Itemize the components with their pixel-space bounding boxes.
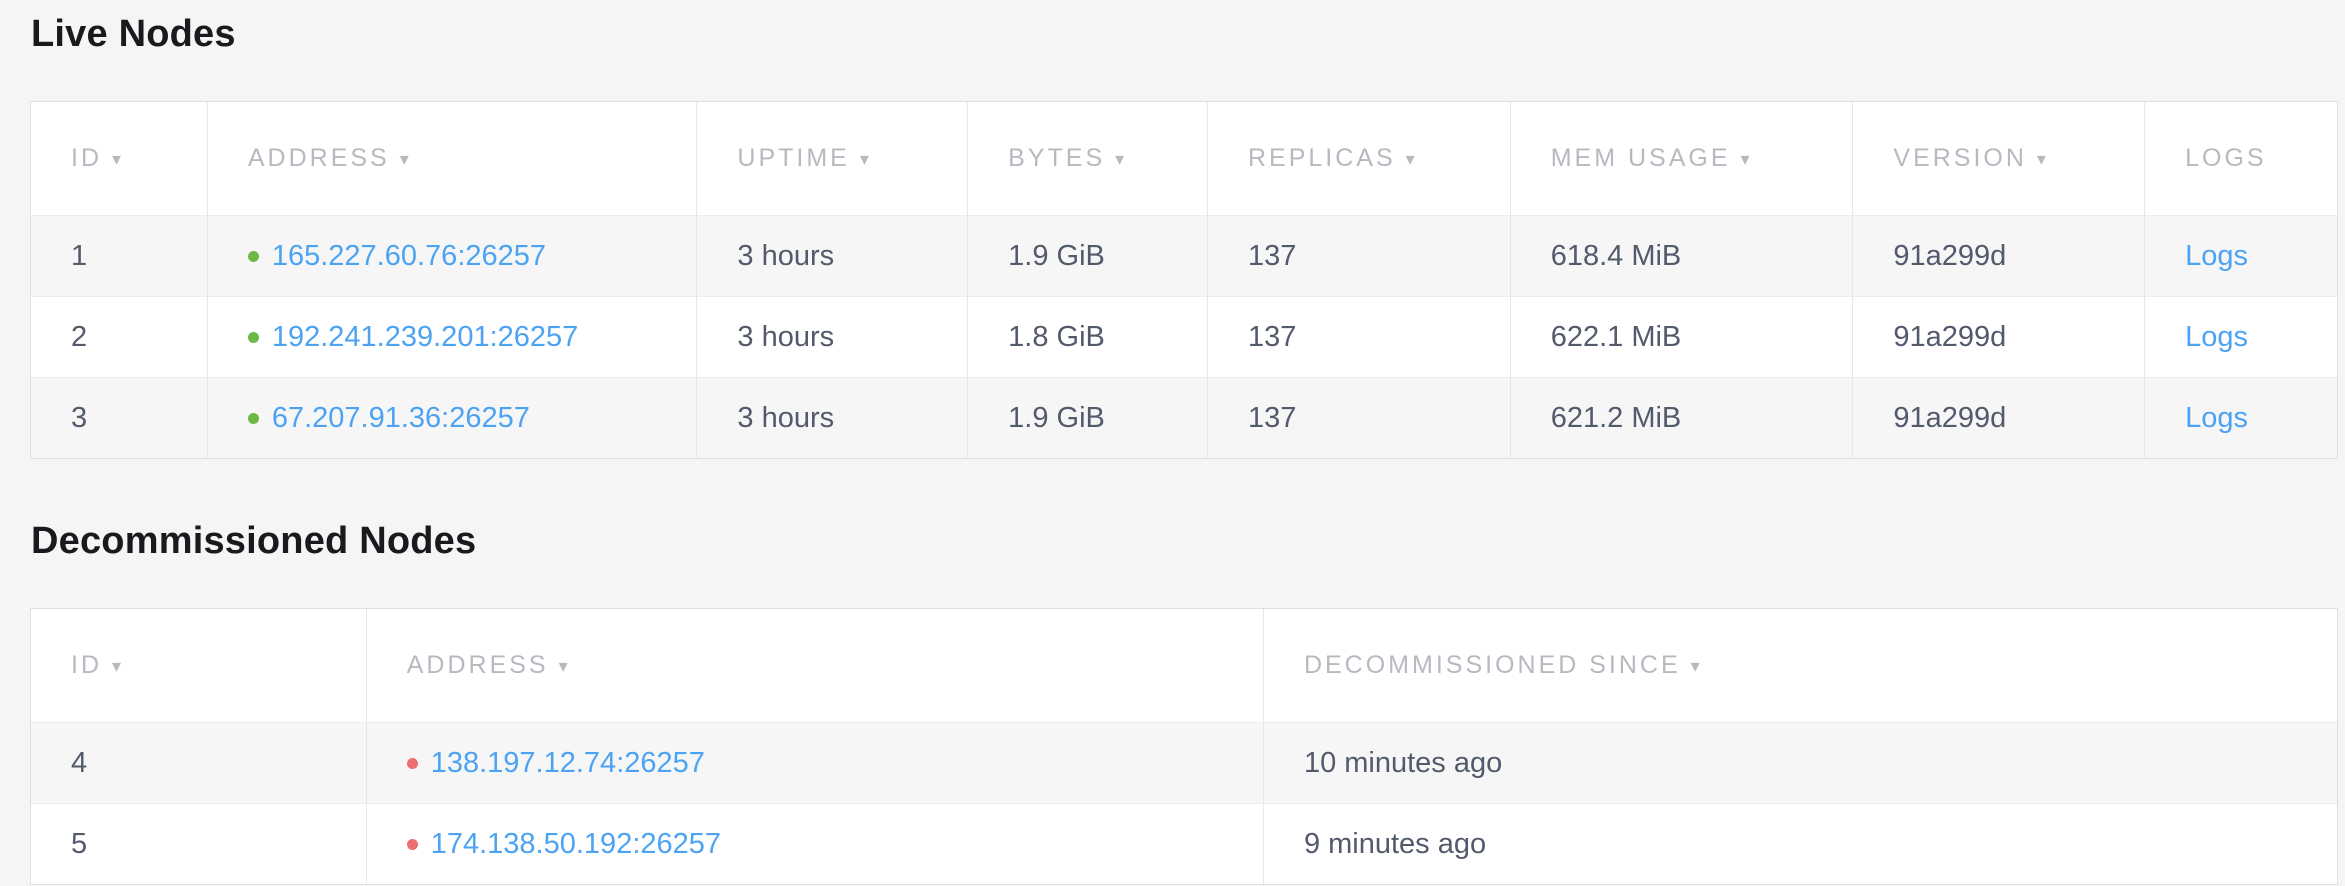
node-version-cell: 91a299d [1853, 297, 2145, 377]
sort-arrow-icon: ▾ [2037, 149, 2046, 170]
node-address-cell: 165.227.60.76:26257 [208, 216, 698, 296]
node-logs-cell: Logs [2145, 378, 2337, 458]
node-replicas-cell: 137 [1208, 378, 1511, 458]
node-bytes-cell: 1.9 GiB [968, 378, 1208, 458]
node-address-cell: 67.207.91.36:26257 [208, 378, 698, 458]
sort-arrow-icon: ▾ [112, 149, 121, 170]
logs-link[interactable]: Logs [2185, 402, 2248, 435]
decommissioned-since-cell: 10 minutes ago [1264, 723, 2337, 803]
column-header-address[interactable]: ADDRESS▾ [367, 609, 1264, 722]
decommissioned-nodes-table: ID▾ ADDRESS▾ DECOMMISSIONED SINCE▾ 4 138… [30, 608, 2338, 885]
column-header-logs: LOGS [2145, 102, 2337, 215]
node-mem-usage-cell: 622.1 MiB [1511, 297, 1854, 377]
node-address-cell: 192.241.239.201:26257 [208, 297, 698, 377]
sort-arrow-icon: ▾ [559, 656, 568, 677]
table-row: 1 165.227.60.76:26257 3 hours 1.9 GiB 13… [31, 215, 2337, 296]
sort-arrow-icon: ▾ [1115, 149, 1124, 170]
logs-link[interactable]: Logs [2185, 321, 2248, 354]
node-uptime-cell: 3 hours [697, 378, 968, 458]
node-address-link[interactable]: 192.241.239.201:26257 [272, 321, 578, 354]
decommissioned-status-dot-icon [407, 758, 418, 769]
decommissioned-nodes-title: Decommissioned Nodes [0, 507, 2345, 565]
node-mem-usage-cell: 621.2 MiB [1511, 378, 1854, 458]
table-row: 2 192.241.239.201:26257 3 hours 1.8 GiB … [31, 296, 2337, 377]
column-header-mem-usage[interactable]: MEM USAGE▾ [1511, 102, 1854, 215]
column-header-decommissioned-since[interactable]: DECOMMISSIONED SINCE▾ [1264, 609, 2337, 722]
node-replicas-cell: 137 [1208, 216, 1511, 296]
table-row: 3 67.207.91.36:26257 3 hours 1.9 GiB 137… [31, 377, 2337, 458]
column-header-replicas[interactable]: REPLICAS▾ [1208, 102, 1511, 215]
sort-arrow-icon: ▾ [112, 656, 121, 677]
node-uptime-cell: 3 hours [697, 297, 968, 377]
node-id-cell: 2 [31, 297, 208, 377]
node-logs-cell: Logs [2145, 297, 2337, 377]
decommissioned-table-header-row: ID▾ ADDRESS▾ DECOMMISSIONED SINCE▾ [31, 609, 2337, 722]
node-bytes-cell: 1.8 GiB [968, 297, 1208, 377]
decommissioned-since-cell: 9 minutes ago [1264, 804, 2337, 884]
column-header-id[interactable]: ID▾ [31, 102, 208, 215]
node-address-link[interactable]: 174.138.50.192:26257 [431, 828, 721, 861]
node-address-link[interactable]: 138.197.12.74:26257 [431, 747, 705, 780]
table-row: 5 174.138.50.192:26257 9 minutes ago [31, 803, 2337, 884]
node-address-link[interactable]: 67.207.91.36:26257 [272, 402, 530, 435]
node-mem-usage-cell: 618.4 MiB [1511, 216, 1854, 296]
node-id-cell: 3 [31, 378, 208, 458]
node-id-cell: 4 [31, 723, 367, 803]
column-header-address[interactable]: ADDRESS▾ [208, 102, 698, 215]
node-id-cell: 5 [31, 804, 367, 884]
node-address-cell: 138.197.12.74:26257 [367, 723, 1264, 803]
live-status-dot-icon [248, 332, 259, 343]
live-table-header-row: ID▾ ADDRESS▾ UPTIME▾ BYTES▾ REPLICAS▾ ME… [31, 102, 2337, 215]
node-id-cell: 1 [31, 216, 208, 296]
node-logs-cell: Logs [2145, 216, 2337, 296]
sort-arrow-icon: ▾ [1741, 149, 1750, 170]
sort-arrow-icon: ▾ [1406, 149, 1415, 170]
decommissioned-status-dot-icon [407, 839, 418, 850]
live-nodes-table: ID▾ ADDRESS▾ UPTIME▾ BYTES▾ REPLICAS▾ ME… [30, 101, 2338, 459]
node-uptime-cell: 3 hours [697, 216, 968, 296]
live-status-dot-icon [248, 251, 259, 262]
live-status-dot-icon [248, 413, 259, 424]
node-address-cell: 174.138.50.192:26257 [367, 804, 1264, 884]
column-header-uptime[interactable]: UPTIME▾ [697, 102, 968, 215]
node-address-link[interactable]: 165.227.60.76:26257 [272, 240, 546, 273]
table-row: 4 138.197.12.74:26257 10 minutes ago [31, 722, 2337, 803]
live-nodes-title: Live Nodes [0, 0, 2345, 58]
node-replicas-cell: 137 [1208, 297, 1511, 377]
logs-link[interactable]: Logs [2185, 240, 2248, 273]
node-version-cell: 91a299d [1853, 378, 2145, 458]
sort-arrow-icon: ▾ [1691, 656, 1700, 677]
sort-arrow-icon: ▾ [860, 149, 869, 170]
sort-arrow-icon: ▾ [400, 149, 409, 170]
column-header-version[interactable]: VERSION▾ [1853, 102, 2145, 215]
node-bytes-cell: 1.9 GiB [968, 216, 1208, 296]
column-header-id[interactable]: ID▾ [31, 609, 367, 722]
node-version-cell: 91a299d [1853, 216, 2145, 296]
column-header-bytes[interactable]: BYTES▾ [968, 102, 1208, 215]
